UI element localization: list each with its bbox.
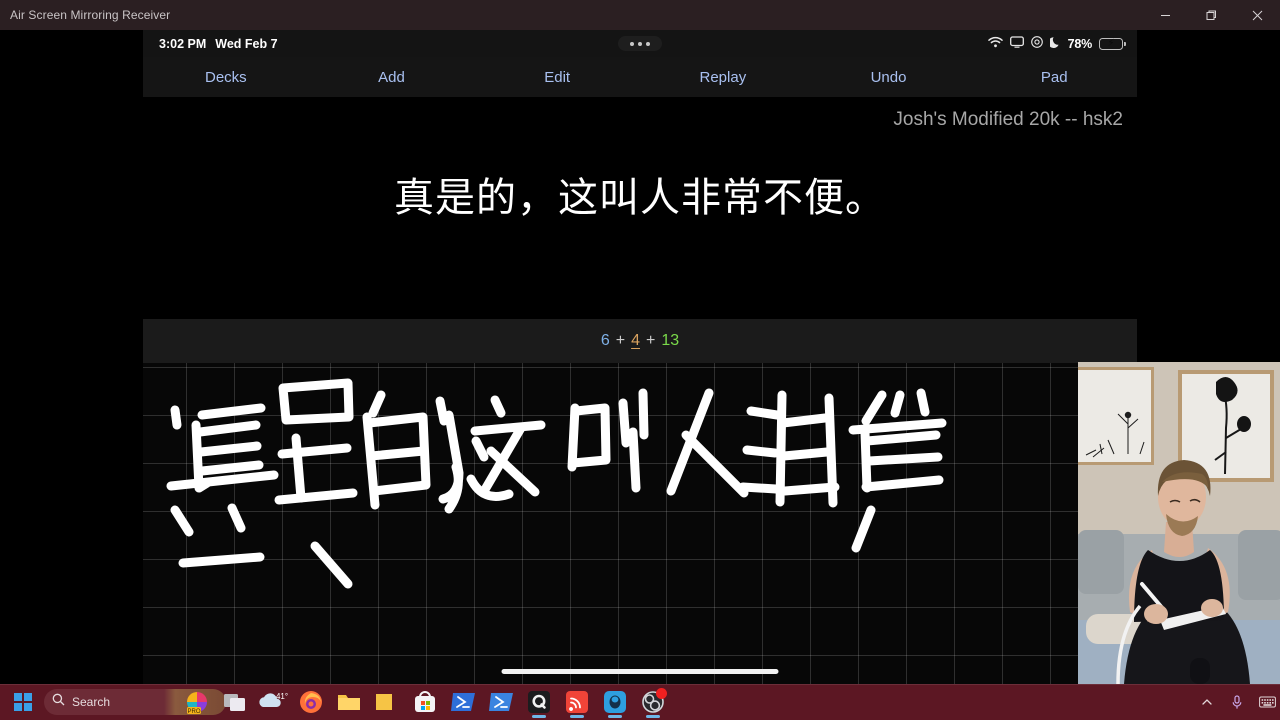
powershell-preview-icon[interactable] bbox=[486, 687, 516, 717]
taskbar-app-buttons: PRO 41° bbox=[182, 687, 668, 718]
screen-mirroring-icon bbox=[1009, 36, 1024, 51]
search-icon bbox=[52, 693, 65, 711]
toolbar-decks-button[interactable]: Decks bbox=[143, 69, 309, 86]
toolbar-undo-button[interactable]: Undo bbox=[806, 69, 972, 86]
moon-icon bbox=[1047, 36, 1061, 51]
battery-charging-icon: ⚡ bbox=[1099, 37, 1126, 50]
copilot-office-icon[interactable]: PRO bbox=[182, 687, 212, 717]
wifi-icon bbox=[987, 36, 1003, 51]
keyboard-icon[interactable] bbox=[1258, 693, 1276, 711]
status-bar-left: 3:02 PM Wed Feb 7 bbox=[159, 37, 278, 51]
separator-1: + bbox=[615, 332, 626, 349]
dot-1 bbox=[630, 41, 634, 46]
mirrored-ipad-screen: 3:02 PM Wed Feb 7 78% ⚡ Decks Add Edit R… bbox=[143, 30, 1137, 684]
powershell-icon[interactable] bbox=[448, 687, 478, 717]
file-explorer-icon[interactable] bbox=[334, 687, 364, 717]
interval-easy[interactable]: 13 bbox=[661, 332, 679, 350]
obs-studio-icon[interactable] bbox=[638, 687, 668, 718]
microphone-icon[interactable] bbox=[1228, 693, 1246, 711]
minimize-button[interactable] bbox=[1142, 0, 1188, 30]
ios-status-bar: 3:02 PM Wed Feb 7 78% ⚡ bbox=[143, 30, 1137, 57]
deck-name-label: Josh's Modified 20k -- hsk2 bbox=[893, 109, 1123, 130]
toolbar-replay-button[interactable]: Replay bbox=[640, 69, 806, 86]
windows-start-icon[interactable] bbox=[8, 687, 38, 717]
weather-widget[interactable]: 41° bbox=[258, 687, 288, 717]
anki-toolbar: Decks Add Edit Replay Undo Pad bbox=[143, 57, 1137, 97]
home-indicator-bar[interactable] bbox=[501, 669, 779, 674]
sticky-notes-icon[interactable] bbox=[372, 687, 402, 717]
webcam-overlay[interactable] bbox=[1078, 362, 1280, 684]
app-window: Air Screen Mirroring Receiver 3:02 PM We… bbox=[0, 0, 1280, 684]
multitasking-dots-icon[interactable] bbox=[618, 36, 662, 51]
status-date: Wed Feb 7 bbox=[215, 36, 278, 51]
dot-2 bbox=[638, 41, 642, 46]
toolbar-edit-button[interactable]: Edit bbox=[474, 69, 640, 86]
terminal-icon[interactable] bbox=[524, 687, 554, 718]
task-view-icon[interactable] bbox=[220, 687, 250, 717]
status-bar-right: 78% ⚡ bbox=[987, 36, 1126, 51]
window-controls bbox=[1142, 0, 1280, 30]
status-time: 3:02 PM bbox=[159, 36, 207, 51]
close-button[interactable] bbox=[1234, 0, 1280, 30]
interval-good[interactable]: 4 bbox=[631, 332, 640, 350]
toolbar-pad-button[interactable]: Pad bbox=[971, 69, 1137, 86]
firefox-icon[interactable] bbox=[296, 687, 326, 717]
card-area: Josh's Modified 20k -- hsk2 真是的，这叫人非常不便。 bbox=[143, 97, 1137, 349]
search-input-placeholder: Search bbox=[72, 695, 111, 709]
window-title: Air Screen Mirroring Receiver bbox=[10, 8, 171, 22]
chevron-up-icon[interactable] bbox=[1198, 693, 1216, 711]
recording-badge bbox=[656, 688, 667, 699]
maximize-button[interactable] bbox=[1188, 0, 1234, 30]
handwriting-pad[interactable] bbox=[143, 363, 1137, 684]
window-titlebar: Air Screen Mirroring Receiver bbox=[0, 0, 1280, 30]
separator-2: + bbox=[646, 332, 656, 349]
battery-percent: 78% bbox=[1067, 36, 1093, 51]
do-not-disturb-icon bbox=[1030, 36, 1043, 51]
microsoft-store-icon[interactable] bbox=[410, 687, 440, 717]
interval-again[interactable]: 6 bbox=[601, 332, 610, 350]
toolbar-add-button[interactable]: Add bbox=[309, 69, 475, 86]
windows-taskbar: Search PRO 41° bbox=[0, 684, 1280, 720]
dot-3 bbox=[646, 41, 650, 46]
system-tray bbox=[1198, 693, 1276, 711]
scheduling-bar[interactable]: 6 + 4 + 13 bbox=[143, 319, 1137, 363]
svg-text:PRO: PRO bbox=[187, 709, 200, 714]
svg-text:41°: 41° bbox=[276, 692, 288, 701]
handwriting-ink bbox=[166, 378, 947, 589]
anki-icon[interactable] bbox=[600, 687, 630, 718]
card-sentence-text: 真是的，这叫人非常不便。 bbox=[394, 175, 886, 221]
airscreen-icon[interactable] bbox=[562, 687, 592, 718]
